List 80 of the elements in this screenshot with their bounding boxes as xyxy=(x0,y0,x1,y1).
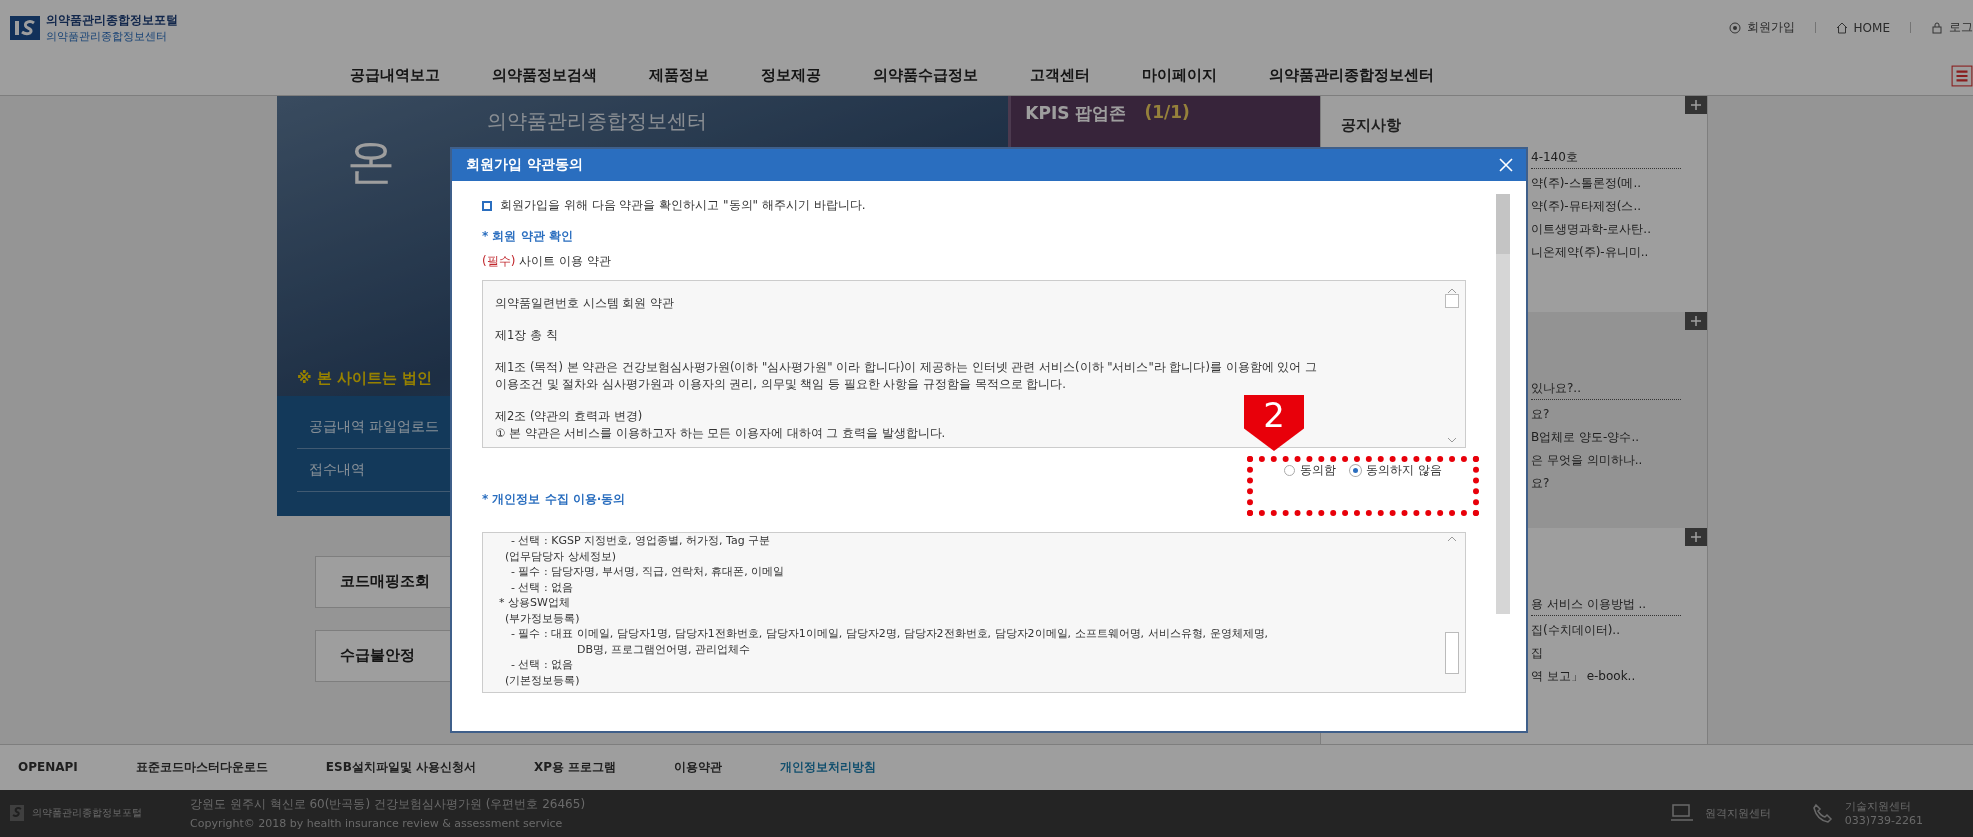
center-phone: 033)739-2261 xyxy=(1844,814,1923,828)
notice-link[interactable]: B업체로 양도-양수.. xyxy=(1531,428,1687,446)
popup-title: KPIS 팝업존 xyxy=(1025,101,1127,125)
header-link[interactable]: 회원가입 xyxy=(1746,19,1795,37)
terms-label: 사이트 이용 약관 xyxy=(519,253,611,270)
nav-item[interactable]: 정보제공 xyxy=(761,65,821,85)
nav-item[interactable]: 공급내역보고 xyxy=(350,65,440,85)
scroll-thumb[interactable] xyxy=(1445,632,1459,674)
home-icon xyxy=(1835,21,1848,34)
scroll-up-icon[interactable] xyxy=(1447,536,1457,542)
notice-link[interactable]: 이트생명과학-로사탄.. xyxy=(1531,220,1687,238)
banner-big-text: 온 xyxy=(347,134,395,188)
banner-notice: ※ 본 사이트는 법인 xyxy=(297,368,433,388)
footer-address: 강원도 원주시 혁신로 60(반곡동) 건강보험심사평가원 (우편번호 26465) xyxy=(190,796,587,814)
terms-text-box[interactable] xyxy=(482,280,1466,448)
lock-icon xyxy=(1931,21,1943,34)
scroll-thumb[interactable] xyxy=(1496,194,1510,254)
menu-icon[interactable] xyxy=(1951,64,1973,87)
scroll-thumb[interactable] xyxy=(1445,294,1459,308)
required-tag: (필수) xyxy=(482,253,516,270)
dialog-intro: 회원가입을 위해 다음 약관을 확인하시고 "동의" 해주시기 바랍니다. xyxy=(500,197,866,214)
popup-count: (1/1) xyxy=(1144,101,1190,122)
notice-link[interactable]: 용 서비스 이용방법 .. xyxy=(1531,595,1681,616)
notice-link[interactable]: 요? xyxy=(1531,474,1687,492)
dialog-scrollbar[interactable] xyxy=(1496,194,1510,614)
banner-heading: 의약품관리종합정보센터 xyxy=(487,107,708,135)
square-bullet-icon xyxy=(482,200,492,211)
logo-subtitle: 의약품관리종합정보센터 xyxy=(46,28,168,44)
phone-icon xyxy=(1810,803,1835,824)
terms-text: 제1장 총 칙 xyxy=(495,327,558,344)
header-link[interactable]: 로그 xyxy=(1949,19,1973,37)
terms-text: 이용조건 및 절차와 심사평가원과 이용자의 권리, 의무및 책임 등 필요한 사항을 규정함을 목적으로 합니다. xyxy=(495,376,1066,393)
terms-text: 제2조 (약관의 효력과 변경) xyxy=(495,408,643,425)
notice-link[interactable]: 약(주)-뮤타제정(스.. xyxy=(1531,197,1687,215)
scroll-up-icon[interactable] xyxy=(1447,288,1457,294)
notice-link[interactable]: 집 xyxy=(1531,644,1687,662)
footer-link[interactable]: XP용 프로그램 xyxy=(533,759,617,776)
privacy-text: (부가정보등록) xyxy=(504,610,580,626)
remote-support-icon xyxy=(1670,803,1695,824)
privacy-text: - 선택 : KGSP 지정번호, 영업종별, 허가정, Tag 구분 xyxy=(510,533,771,549)
notice-link[interactable]: 있나요?.. xyxy=(1531,379,1681,400)
agree-radio[interactable]: 동의함 xyxy=(1284,462,1337,479)
header-link[interactable]: HOME xyxy=(1853,20,1890,35)
logo-icon xyxy=(10,805,24,822)
footer-copyright: Copyright© 2018 by health insurance review & assessment service xyxy=(190,817,564,831)
plus-icon[interactable] xyxy=(1685,311,1707,330)
terms-text: 제1조 (목적) 본 약관은 건강보험심사평가원(이하 "심사평가원" 이라 합니다)이 제공하는 인터넷 관련 서비스(이하 "서비스"라 합니다)를 이용함에 있어 그 xyxy=(495,359,1317,376)
panel-title: 공지사항 xyxy=(1341,115,1402,135)
footer-link[interactable]: ESB설치파일및 사용신청서 xyxy=(325,759,476,776)
notice-link[interactable]: 약(주)-스톨론정(메.. xyxy=(1531,174,1687,192)
notice-link[interactable]: 집(수치데이터).. xyxy=(1531,621,1687,639)
nav-item[interactable]: 의약품정보검색 xyxy=(492,65,597,85)
footer-link[interactable]: 이용약관 xyxy=(674,759,723,776)
nav-item[interactable]: 제품정보 xyxy=(649,65,709,85)
close-icon[interactable] xyxy=(1498,157,1514,173)
privacy-text-box[interactable] xyxy=(482,532,1466,693)
dialog-title: 회원가입 약관동의 xyxy=(466,156,583,174)
user-icon xyxy=(1728,21,1741,34)
notice-link[interactable]: 은 무엇을 의미하나.. xyxy=(1531,451,1687,469)
agree-radio[interactable]: 동의하지 않음 xyxy=(1350,462,1442,479)
footer-logo-text: 의약품관리종합정보포털 xyxy=(32,806,142,821)
terms-text: 의약품일련번호 시스템 회원 약관 xyxy=(495,295,674,312)
notice-link[interactable]: 4-140호 xyxy=(1531,148,1681,169)
nav-item[interactable]: 의약품관리종합정보센터 xyxy=(1269,65,1434,85)
logo-title[interactable]: 의약품관리종합정보포털 xyxy=(46,11,178,29)
nav-item[interactable]: 마이페이지 xyxy=(1142,65,1217,85)
footer-link[interactable]: OPENAPI xyxy=(18,760,78,775)
footer-link[interactable]: 개인정보처리방침 xyxy=(780,759,877,776)
section-title: * 개인정보 수집 이용·동의 xyxy=(482,491,627,508)
logo-icon xyxy=(10,15,40,40)
nav-item[interactable]: 의약품수급정보 xyxy=(873,65,978,85)
section-title: * 회원 약관 확인 xyxy=(482,228,574,245)
notice-link[interactable]: 니온제약(주)-유니미.. xyxy=(1531,243,1687,261)
scroll-down-icon[interactable] xyxy=(1447,437,1457,443)
terms-text: ① 본 약관은 서비스를 이용하고자 하는 모든 이용자에 대하여 그 효력을 발생합니다. xyxy=(495,425,946,442)
notice-link[interactable]: 역 보고」 e-book.. xyxy=(1531,667,1687,685)
notice-link[interactable]: 요? xyxy=(1531,405,1687,423)
privacy-text: DB명, 프로그램언어명, 관리업체수 xyxy=(576,641,750,657)
footer-link[interactable]: 표준코드마스터다운로드 xyxy=(135,759,268,776)
nav-item[interactable]: 고객센터 xyxy=(1030,65,1090,85)
